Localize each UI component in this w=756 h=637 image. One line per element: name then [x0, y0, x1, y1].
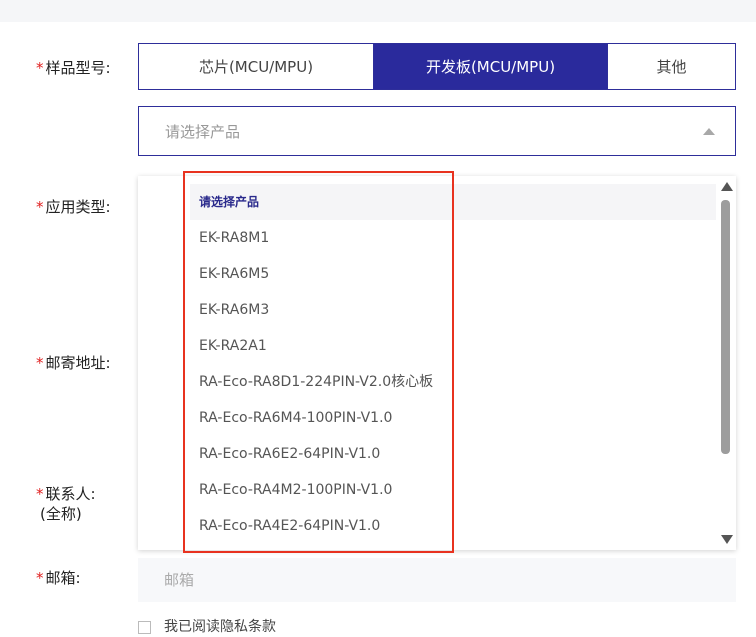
segment-chip-button[interactable]: 芯片(MCU/MPU) — [139, 44, 373, 89]
mail-address-label: * 邮寄地址: — [36, 354, 111, 372]
product-dropdown-list: 请选择产品 EK-RA8M1 EK-RA6M5 EK-RA6M3 EK-RA2A… — [138, 176, 736, 550]
scrollbar-thumb[interactable] — [721, 200, 730, 454]
segment-devboard-button[interactable]: 开发板(MCU/MPU) — [373, 44, 607, 89]
consent-text: 我已阅读隐私条款 — [164, 619, 276, 635]
contact-sublabel: (全称) — [40, 505, 82, 523]
sample-model-segmented-control: 芯片(MCU/MPU) 开发板(MCU/MPU) 其他 — [138, 43, 736, 90]
product-select-placeholder: 请选择产品 — [165, 123, 241, 141]
required-mark: * — [36, 59, 44, 77]
dropdown-option[interactable]: RA-Eco-RA4E2-64PIN-V1.0 — [190, 508, 716, 544]
caret-up-icon[interactable] — [703, 128, 715, 135]
dropdown-option[interactable]: RA-Eco-RA4M2-100PIN-V1.0 — [190, 472, 716, 508]
dropdown-option[interactable]: RA-Eco-RA6E2-64PIN-V1.0 — [190, 436, 716, 472]
contact-label: * 联系人: — [36, 485, 96, 503]
top-strip — [0, 0, 756, 22]
sample-model-label: * 样品型号: — [36, 59, 111, 77]
segment-other-button[interactable]: 其他 — [607, 44, 735, 89]
app-type-label: * 应用类型: — [36, 198, 111, 216]
email-label: * 邮箱: — [36, 569, 81, 587]
dropdown-option[interactable]: EK-RA6M5 — [190, 256, 716, 292]
dropdown-scrollbar[interactable] — [718, 176, 736, 550]
scroll-down-arrow-icon[interactable] — [721, 535, 733, 544]
consent-checkbox[interactable] — [138, 621, 151, 634]
dropdown-option[interactable]: RA-Eco-RA8D1-224PIN-V2.0核心板 — [190, 364, 716, 400]
email-placeholder: 邮箱 — [164, 571, 195, 589]
dropdown-option[interactable]: EK-RA6M3 — [190, 292, 716, 328]
dropdown-option[interactable]: EK-RA8M1 — [190, 220, 716, 256]
scroll-up-arrow-icon[interactable] — [721, 182, 733, 191]
product-select[interactable]: 请选择产品 — [138, 106, 736, 156]
email-field[interactable]: 邮箱 — [138, 558, 736, 602]
dropdown-option[interactable]: EK-RA2A1 — [190, 328, 716, 364]
dropdown-option[interactable]: RA-Eco-RA6M4-100PIN-V1.0 — [190, 400, 716, 436]
dropdown-header-option[interactable]: 请选择产品 — [190, 184, 716, 220]
